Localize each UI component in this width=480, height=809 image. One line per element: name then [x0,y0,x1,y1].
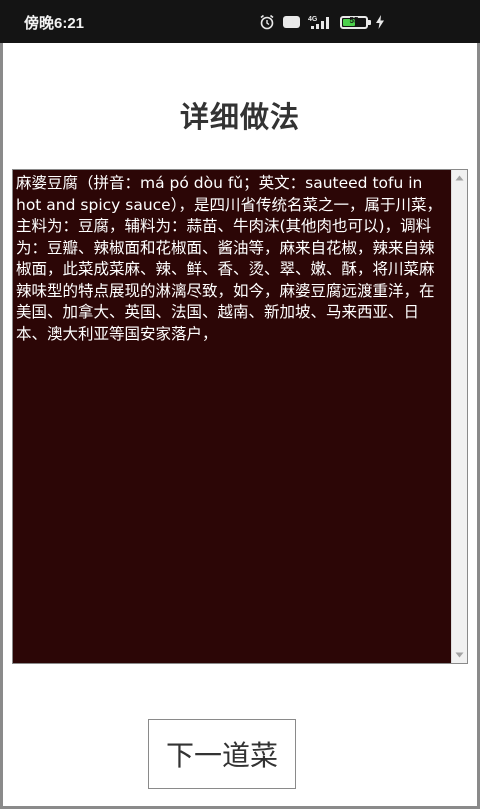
scroll-up-arrow-icon[interactable] [452,170,467,186]
status-icons: HD 4G 55 [259,11,384,33]
scroll-down-arrow-icon[interactable] [452,647,467,663]
signal-icon: 4G [308,14,332,30]
hd-icon: HD [283,16,300,28]
status-time: 傍晚6:21 [24,15,85,32]
recipe-textarea-container: 麻婆豆腐（拼音：má pó dòu fǔ；英文：sauteed tofu in … [12,169,468,664]
recipe-description-textarea[interactable]: 麻婆豆腐（拼音：má pó dòu fǔ；英文：sauteed tofu in … [13,170,451,663]
battery-level: 55 [349,15,359,25]
next-dish-button[interactable]: 下一道菜 [148,719,296,789]
network-type-label: 4G [308,16,318,23]
alarm-icon [259,14,275,30]
app-frame: 傍晚6:21 HD 4G 55 详细做法 麻婆豆腐（拼音：má pó dòu f… [0,0,480,809]
textarea-scrollbar[interactable] [451,170,467,663]
status-bar: 傍晚6:21 HD 4G 55 [0,0,480,43]
charging-icon [376,15,384,29]
page-title: 详细做法 [179,100,300,134]
battery-icon: 55 [340,15,371,29]
